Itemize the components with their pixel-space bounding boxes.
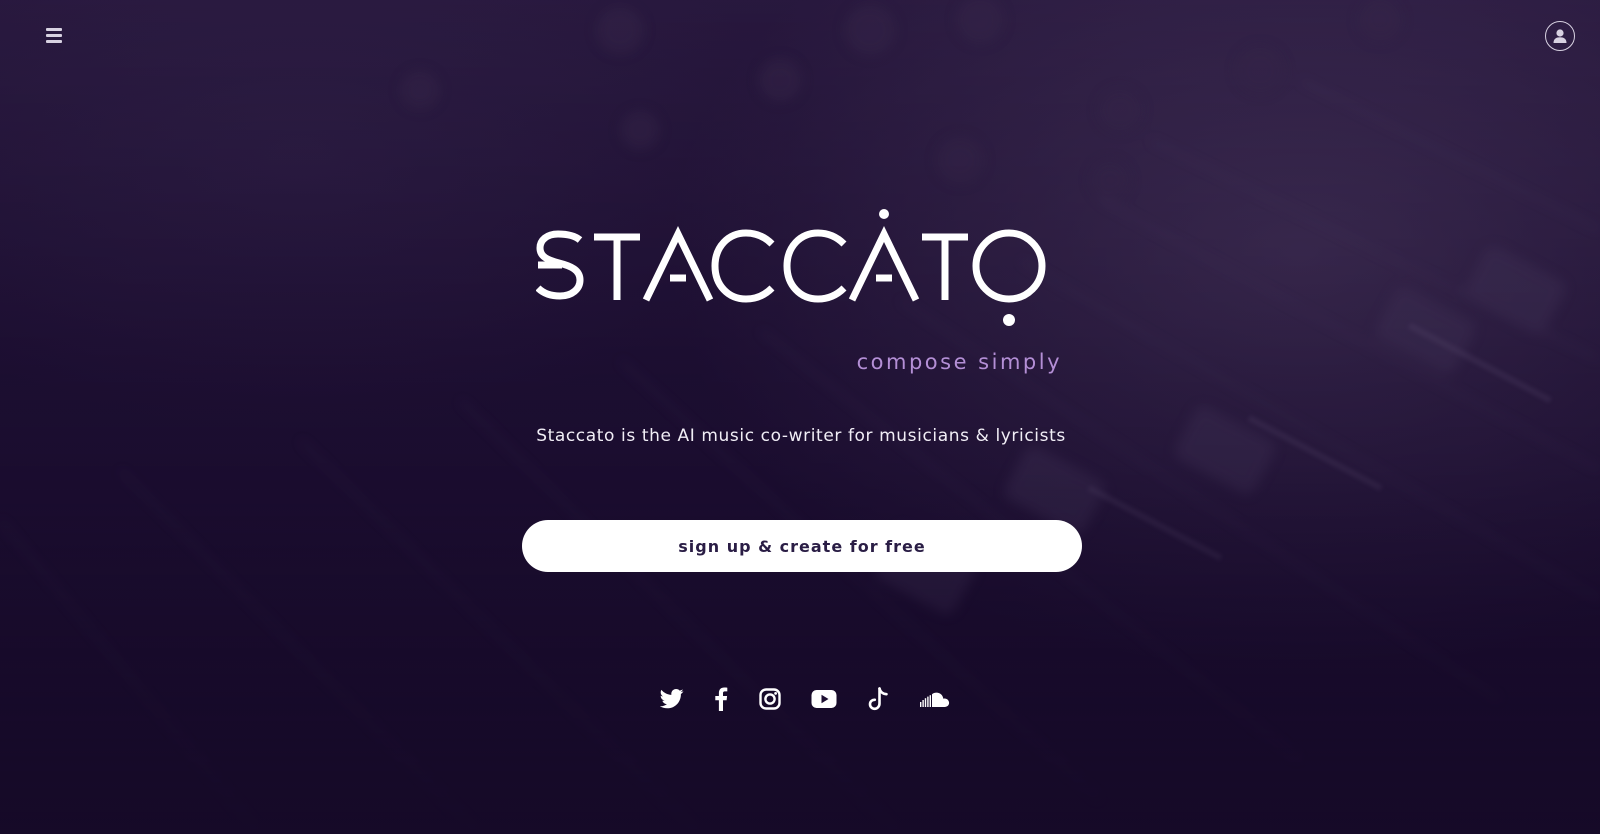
staccato-logo: [536, 209, 1046, 326]
facebook-link[interactable]: [714, 686, 728, 712]
twitter-link[interactable]: [660, 686, 684, 712]
soundcloud-link[interactable]: [919, 686, 950, 712]
soundcloud-icon: [919, 692, 950, 707]
menu-line: [46, 33, 62, 37]
account-button[interactable]: [1545, 21, 1575, 51]
tiktok-icon: [868, 687, 888, 711]
menu-line: [46, 39, 62, 43]
tagline: compose simply: [856, 350, 1062, 374]
landing-page: compose simply Staccato is the AI music …: [0, 0, 1600, 834]
instagram-icon: [759, 688, 781, 710]
menu-button[interactable]: [46, 24, 68, 46]
youtube-link[interactable]: [811, 686, 837, 712]
social-links: [660, 686, 950, 712]
facebook-icon: [715, 687, 728, 711]
twitter-icon: [660, 689, 684, 709]
youtube-icon: [811, 690, 837, 708]
menu-line: [46, 27, 62, 31]
tiktok-link[interactable]: [868, 686, 890, 712]
user-account-icon: [1553, 29, 1567, 43]
signup-cta-button[interactable]: sign up & create for free: [522, 520, 1082, 572]
hero-subtitle: Staccato is the AI music co-writer for m…: [536, 426, 1066, 446]
instagram-link[interactable]: [759, 686, 781, 712]
